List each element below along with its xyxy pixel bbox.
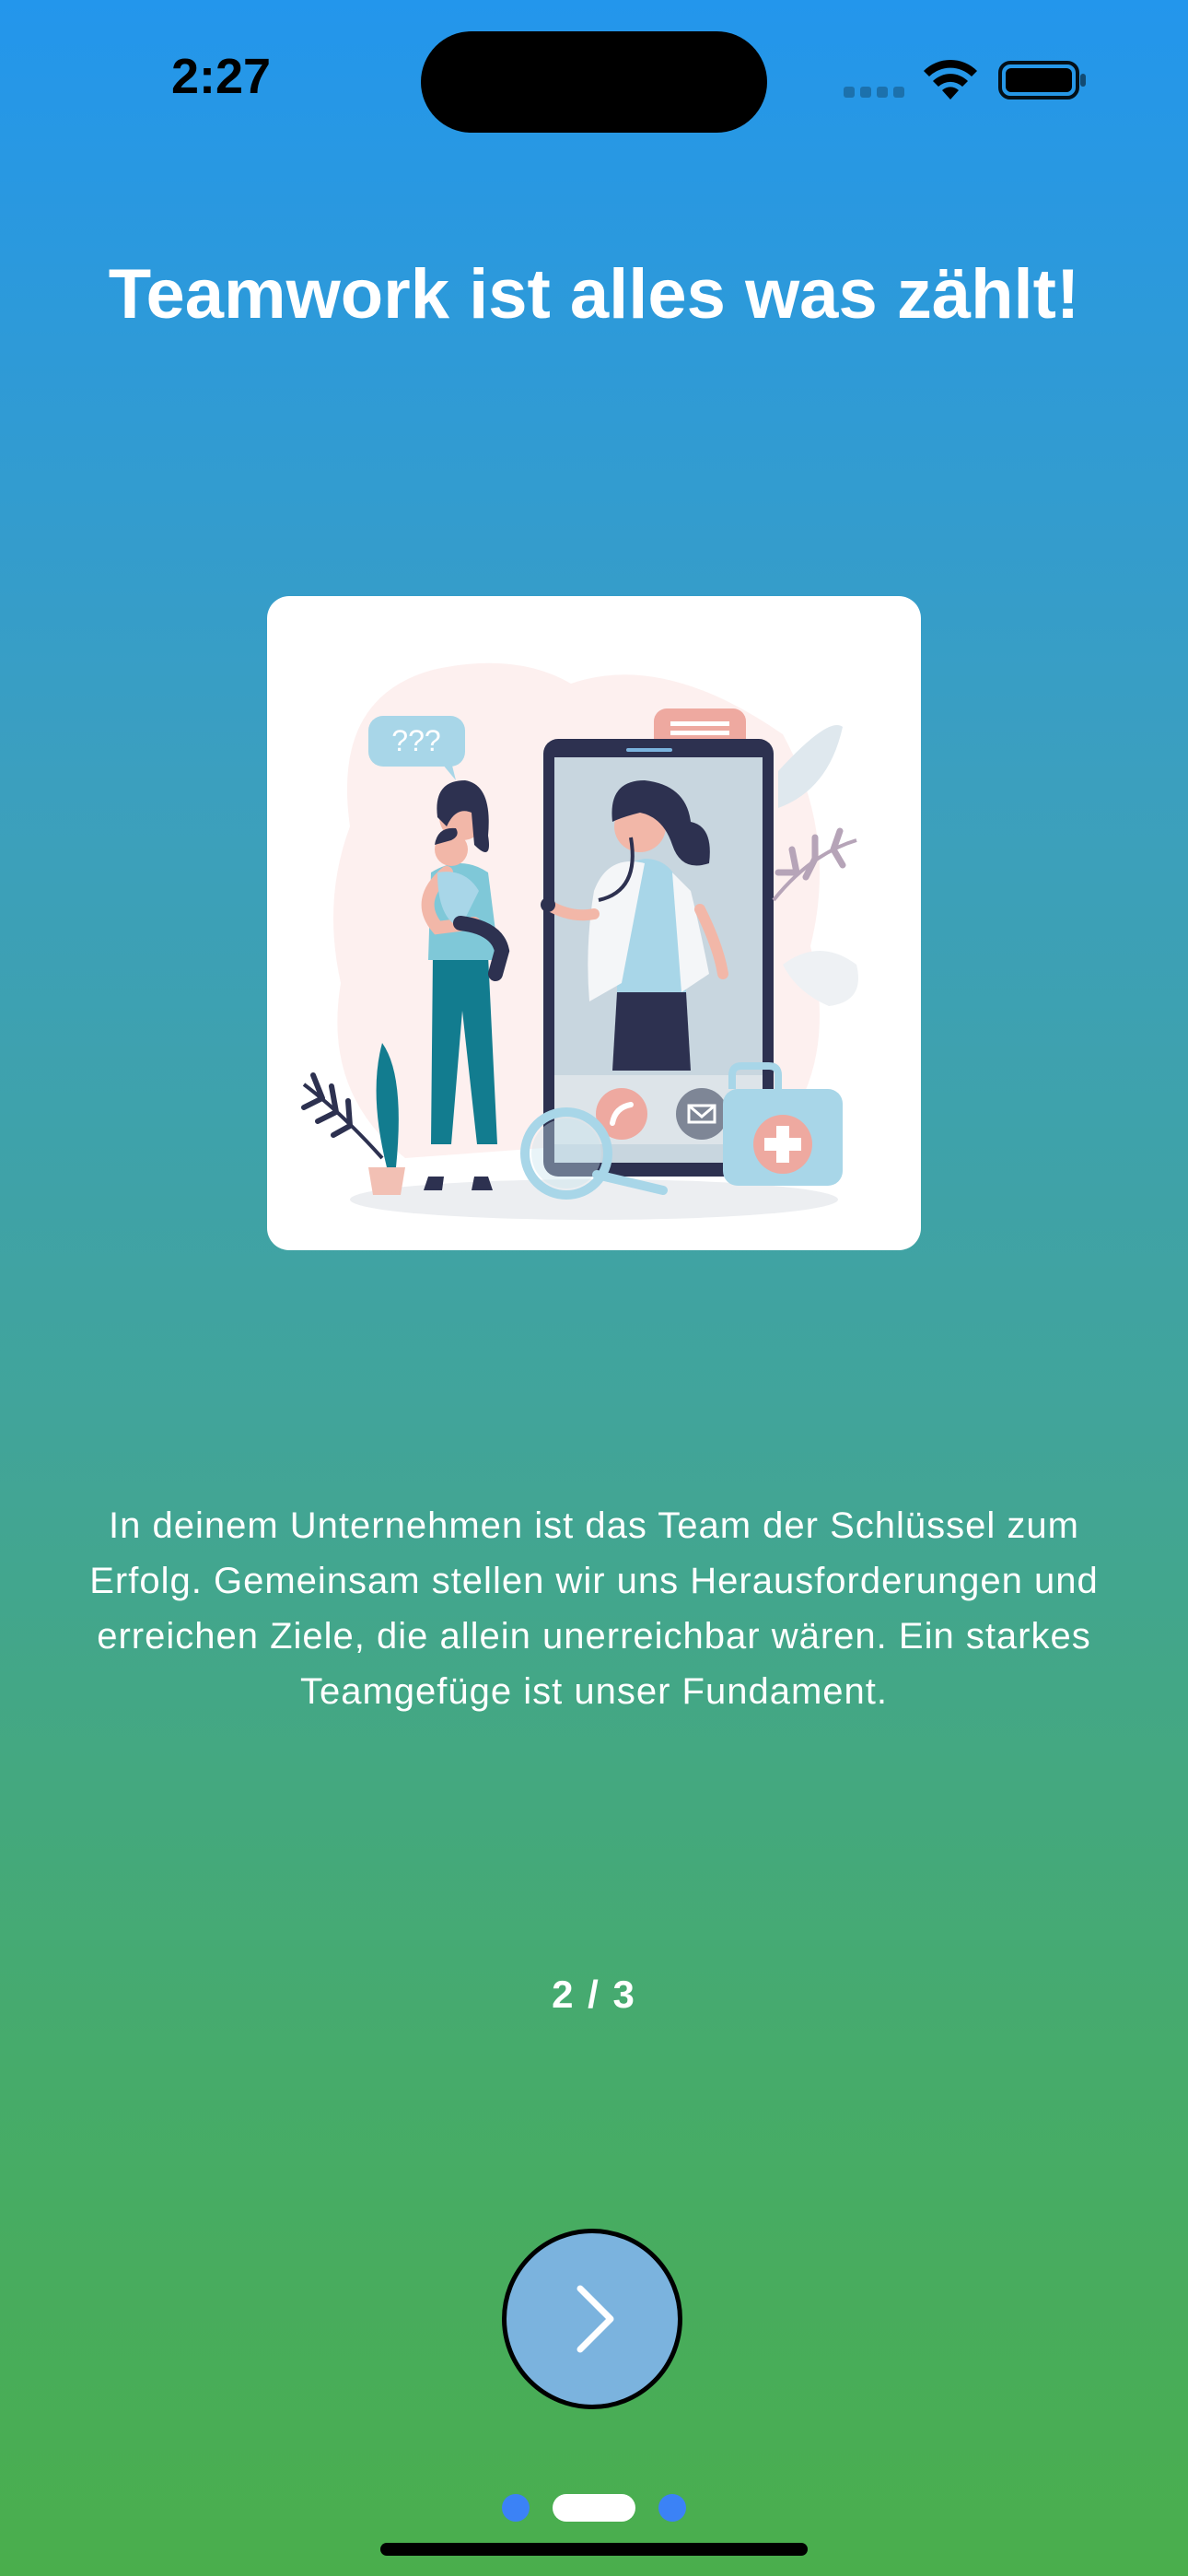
battery-icon [998,61,1086,100]
wifi-icon [924,59,977,100]
page-dot-1[interactable] [502,2494,530,2522]
illustration-card: ??? [267,596,921,1250]
cellular-signal-icon [844,87,904,98]
page-counter: 2 / 3 [552,1973,636,2016]
page-indicator [0,2494,1188,2522]
home-indicator[interactable] [380,2543,808,2556]
page-dot-2-active[interactable] [553,2494,635,2522]
status-bar: 2:27 [0,0,1188,157]
question-bubble-text: ??? [391,724,440,757]
onboarding-title: Teamwork ist alles was zählt! [108,255,1080,334]
onboarding-description: In deinem Unternehmen ist das Team der S… [89,1505,1099,1712]
next-button[interactable] [502,2229,682,2409]
telemedicine-illustration: ??? [301,662,858,1220]
page-dot-3[interactable] [658,2494,686,2522]
status-time: 2:27 [171,49,272,104]
dynamic-island [421,31,767,133]
chevron-right-icon [577,2285,614,2353]
